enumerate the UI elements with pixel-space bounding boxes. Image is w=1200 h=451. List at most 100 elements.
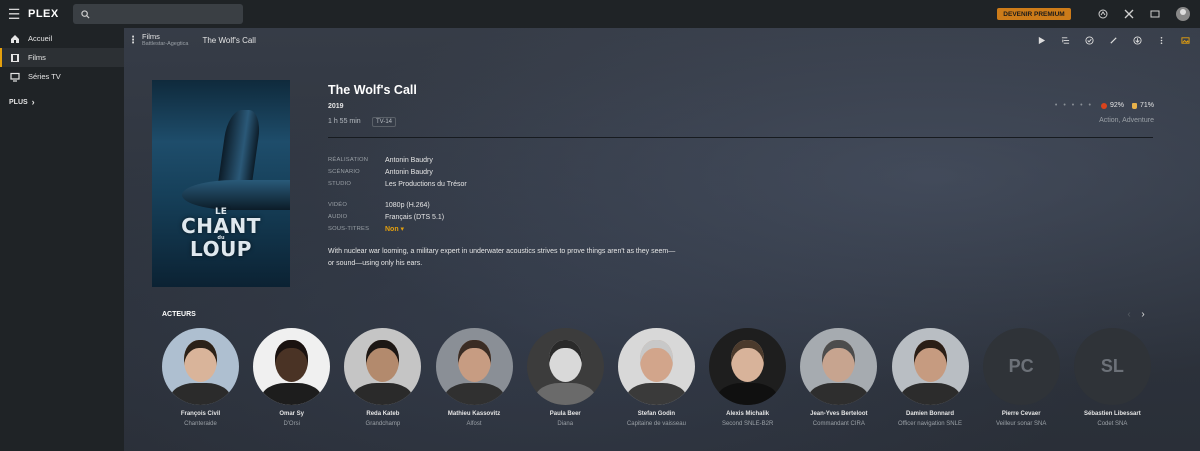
actor-name[interactable]: Pierre Cevaer [1002, 411, 1041, 417]
top-bar: ☰ PLEX DEVENIR PREMIUM [0, 0, 1200, 28]
actor-card[interactable]: PC Pierre Cevaer Veilleur sonar SNA [982, 328, 1060, 427]
actor-photo[interactable] [344, 328, 422, 405]
plex-logo[interactable]: PLEX [28, 8, 59, 20]
chevron-right-icon[interactable]: › [1136, 309, 1150, 320]
movie-year[interactable]: 2019 [328, 103, 344, 110]
settings-icon[interactable] [1116, 6, 1142, 22]
sidebar-item-label: Films [28, 53, 46, 62]
actor-initials-avatar[interactable]: SL [1073, 328, 1151, 405]
tv-icon [9, 71, 20, 82]
movie-details: RÉALISATION Antonin Baudry SCÉNARIO Anto… [328, 154, 467, 235]
sidebar-item-home[interactable]: Accueil [0, 29, 124, 48]
actor-photo[interactable] [617, 328, 695, 405]
actor-photo[interactable] [253, 328, 331, 405]
chevron-right-icon: › [31, 97, 35, 107]
actor-photo[interactable] [800, 328, 878, 405]
actor-name[interactable]: François Civil [181, 411, 220, 417]
actor-photo-head [822, 340, 856, 382]
actor-name[interactable]: Damien Bonnard [906, 411, 954, 417]
image-icon[interactable] [1173, 34, 1197, 46]
search-icon [81, 9, 90, 19]
activity-icon[interactable] [1090, 6, 1116, 22]
detail-value[interactable]: Français (DTS 5.1) [385, 214, 444, 221]
actor-photo[interactable] [162, 328, 239, 405]
actor-card[interactable]: Paula Beer Diana [526, 328, 604, 427]
more-icon[interactable] [1149, 34, 1173, 46]
sidebar: Accueil Films Séries TV PLUS › [0, 28, 124, 451]
sidebar-item-films[interactable]: Films [0, 48, 124, 67]
movie-poster[interactable]: LE CHANT du LOUP [152, 80, 290, 287]
actor-role: Chanteraide [184, 421, 217, 427]
actor-name[interactable]: Reda Kateb [366, 411, 399, 417]
actor-name[interactable]: Omar Sy [279, 411, 304, 417]
user-avatar[interactable] [1176, 7, 1190, 21]
breadcrumb[interactable]: Films Battlestar-Agegtica [142, 32, 188, 47]
actor-photo-torso [261, 383, 323, 405]
detail-row-audio: AUDIO Français (DTS 5.1) [328, 211, 467, 223]
actor-photo-head [548, 340, 582, 382]
actor-name[interactable]: Sébastien Libessart [1084, 411, 1141, 417]
watched-icon[interactable] [1077, 34, 1101, 46]
detail-value[interactable]: Les Productions du Trésor [385, 181, 467, 188]
subtitles-dropdown[interactable]: Non ▾ [385, 225, 404, 233]
chevron-left-icon[interactable]: ‹ [1122, 309, 1136, 320]
edit-icon[interactable] [1101, 34, 1125, 46]
actor-name[interactable]: Mathieu Kassovitz [448, 411, 500, 417]
actor-photo-torso [443, 383, 505, 405]
detail-label: SOUS-TITRES [328, 226, 370, 232]
search-input[interactable] [95, 9, 236, 19]
actor-name[interactable]: Paula Beer [550, 411, 581, 417]
actor-photo[interactable] [435, 328, 513, 405]
actor-name[interactable]: Alexis Michalik [726, 411, 769, 417]
actor-role: Officer navigation SNLE [898, 421, 962, 427]
cast-icon[interactable] [1142, 6, 1168, 22]
actor-card[interactable]: Damien Bonnard Officer navigation SNLE [891, 328, 969, 427]
add-to-list-icon[interactable] [1053, 34, 1077, 46]
search-box[interactable] [72, 4, 243, 24]
detail-value[interactable]: Antonin Baudry [385, 157, 433, 164]
play-icon[interactable] [1029, 34, 1053, 46]
sidebar-item-tv[interactable]: Séries TV [0, 67, 124, 86]
actor-card[interactable]: Mathieu Kassovitz Alfost [435, 328, 513, 427]
content-rating-badge: TV-14 [372, 117, 397, 127]
cast-header: ACTEURS [162, 311, 196, 318]
cast-nav: ‹ › [1122, 309, 1150, 320]
download-icon[interactable] [1125, 34, 1149, 46]
library-menu-icon[interactable]: ⋮ [124, 35, 142, 46]
sidebar-more[interactable]: PLUS › [0, 94, 124, 110]
breadcrumb-library[interactable]: Films [142, 32, 188, 41]
more-label: PLUS [9, 98, 28, 106]
star-rating[interactable]: • • • • • [1055, 102, 1093, 109]
actor-photo-head [913, 340, 947, 382]
actor-card[interactable]: SL Sébastien Libessart Codet SNA [1073, 328, 1151, 427]
actor-photo-head [366, 340, 400, 382]
actor-initials: PC [1008, 356, 1034, 376]
actor-card[interactable]: Stefan Godin Capitaine de vaisseau [617, 328, 695, 427]
detail-value: 1080p (H.264) [385, 201, 430, 209]
actor-name[interactable]: Stefan Godin [638, 411, 675, 417]
actor-card[interactable]: Jean-Yves Berteloot Commandant CIRA [800, 328, 878, 427]
actor-photo[interactable] [709, 328, 787, 405]
actor-role: Capitaine de vaisseau [626, 421, 686, 427]
actor-card[interactable]: Reda Kateb Grandchamp [344, 328, 422, 427]
detail-row-video: VIDÉO 1080p (H.264) [328, 199, 467, 211]
actor-photo-torso [170, 383, 231, 405]
detail-value[interactable]: Antonin Baudry [385, 169, 433, 176]
actor-initials-avatar[interactable]: PC [982, 328, 1060, 405]
actor-card[interactable]: Omar Sy D'Orsi [253, 328, 331, 427]
actor-name[interactable]: Jean-Yves Berteloot [810, 411, 867, 417]
popcorn-icon [1131, 102, 1137, 109]
actor-photo-head [731, 340, 765, 382]
hamburger-menu-icon[interactable]: ☰ [0, 0, 28, 28]
actor-photo[interactable] [891, 328, 969, 405]
actor-photo-head [639, 340, 673, 382]
genres[interactable]: Action, Adventure [1042, 117, 1154, 124]
actor-photo-torso [534, 383, 596, 405]
actor-photo[interactable] [526, 328, 604, 405]
actor-card[interactable]: Alexis Michalik Second SNLE-B2R [709, 328, 787, 427]
become-premium-button[interactable]: DEVENIR PREMIUM [997, 8, 1071, 20]
actor-card[interactable]: François Civil Chanteraide [162, 328, 239, 427]
actor-photo-head [184, 340, 217, 382]
actor-role: Codet SNA [1097, 421, 1128, 427]
sidebar-item-label: Accueil [28, 34, 53, 43]
